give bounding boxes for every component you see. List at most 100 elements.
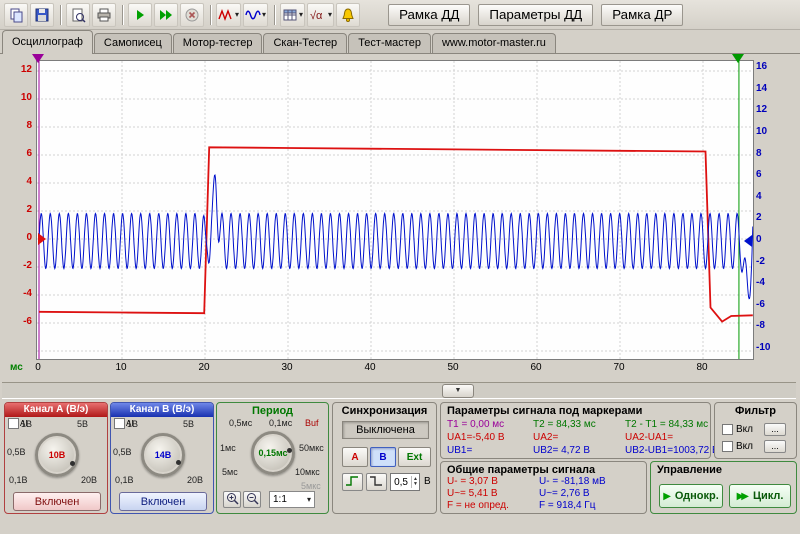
sync-state-button[interactable]: Выключена (342, 421, 429, 439)
general-param-b: F = 918,4 Гц (539, 500, 646, 512)
trigger-rising-edge-button[interactable] (342, 473, 363, 491)
channel-a-signal-button[interactable]: ▾ (216, 3, 241, 27)
right-axis-tick: 16 (756, 61, 786, 73)
marker-params-values: T1 = 0,00 мсT2 = 84,33 мсT2 - T1 = 84,33… (441, 418, 708, 457)
zoom-in-button[interactable] (223, 491, 241, 508)
filter-b-checkbox[interactable] (722, 441, 733, 452)
tab-5[interactable]: Тест-мастер (348, 33, 431, 53)
left-axis-tick: 6 (4, 148, 32, 160)
left-axis-tick: 0 (4, 232, 32, 244)
marker-param-value: UB1= (447, 444, 533, 457)
scale-label: 0,5В (113, 447, 132, 457)
channel-b-enabled-button[interactable]: Включен (119, 492, 207, 511)
tab-4[interactable]: Скан-Тестер (263, 33, 347, 53)
tab-1[interactable]: Осциллограф (2, 30, 93, 54)
preview-button[interactable] (66, 3, 90, 27)
channel-a-panel: Канал А (В/э) AI 1В 5В 0,5В 0,1В 20В 10В… (4, 402, 108, 514)
copy-icon (8, 7, 24, 23)
chevron-down-icon: ▾ (299, 10, 303, 19)
sqrt-icon: √α (309, 7, 327, 23)
left-axis-tick: 2 (4, 204, 32, 216)
scale-label: 5мкс (301, 481, 321, 491)
x-axis-tick: 60 (524, 362, 548, 374)
left-axis-tick: -4 (4, 288, 32, 300)
bell-icon (340, 7, 356, 23)
toolbar-separator (274, 5, 276, 25)
print-button[interactable] (92, 3, 116, 27)
sound-button[interactable] (336, 3, 360, 27)
scrollbar-handle[interactable]: ▼ (442, 384, 474, 398)
general-param-a: U~= 5,41 В (447, 488, 539, 500)
frame-dd-button[interactable]: Рамка ДД (388, 4, 470, 26)
play-icon (132, 7, 148, 23)
scale-label: 0,1В (9, 475, 28, 485)
right-axis-tick: 2 (756, 212, 786, 224)
cycle-run-button[interactable]: ▶▶ Цикл. (729, 484, 791, 508)
right-axis-tick: -2 (756, 256, 786, 268)
waveform-display[interactable] (36, 60, 754, 360)
sine-wave-icon (245, 7, 261, 23)
double-play-icon: ▶▶ (737, 491, 746, 502)
general-params-title: Общие параметры сигнала (447, 464, 595, 476)
rising-edge-icon (345, 475, 360, 490)
toolbar-separator (210, 5, 212, 25)
marker-params-title: Параметры сигнала под маркерами (447, 405, 642, 417)
table-button[interactable]: ▾ (280, 3, 305, 27)
period-knob[interactable]: 0,15мс (251, 431, 295, 475)
zigzag-wave-icon (218, 7, 234, 23)
right-axis-tick: -6 (756, 299, 786, 311)
x-axis-tick: 10 (109, 362, 133, 374)
right-axis-tick: 6 (756, 169, 786, 181)
start-cycle-button[interactable] (154, 3, 178, 27)
x-axis-unit-label: мс (10, 362, 23, 373)
channel-a-gain-value: 10В (38, 436, 76, 474)
period-value: 0,15мс (254, 434, 292, 472)
chevron-down-icon: ▾ (307, 495, 311, 504)
filter-a-checkbox[interactable] (722, 424, 733, 435)
tab-6[interactable]: www.motor-master.ru (432, 33, 556, 53)
marker-t2-handle[interactable] (732, 54, 744, 63)
params-dd-button[interactable]: Параметры ДД (478, 4, 593, 26)
channel-b-signal-button[interactable]: ▾ (243, 3, 268, 27)
spinner-arrows-icon[interactable]: ▲▼ (411, 476, 419, 488)
trigger-falling-edge-button[interactable] (366, 473, 387, 491)
table-icon (282, 7, 298, 23)
filter-a-more-button[interactable]: ... (764, 423, 786, 436)
sync-level-input[interactable]: 0,5 ▲▼ (390, 473, 420, 491)
chevron-down-icon: ▾ (235, 10, 239, 19)
filter-b-more-button[interactable]: ... (764, 440, 786, 453)
stop-button[interactable] (180, 3, 204, 27)
sync-source-ext-button[interactable]: Ext (398, 447, 431, 467)
play-icon: ▶ (663, 491, 671, 502)
sync-panel: Синхронизация Выключена А В Ext 0,5 ▲▼ В (332, 402, 437, 514)
right-axis-tick: -8 (756, 320, 786, 332)
falling-edge-icon (369, 475, 384, 490)
frame-dr-button[interactable]: Рамка ДР (601, 4, 683, 26)
channel-b-gain-value: 14В (144, 436, 182, 474)
checkbox-icon (114, 418, 125, 429)
channel-a-enabled-button[interactable]: Включен (13, 492, 101, 511)
sync-source-b-button[interactable]: В (370, 447, 396, 467)
channel-b-gain-knob[interactable]: 14В (141, 433, 185, 477)
x-axis-tick: 40 (358, 362, 382, 374)
filter-b-label: Вкл (736, 441, 753, 452)
scale-ratio-select[interactable]: 1:1▾ (269, 491, 315, 508)
horizontal-scrollbar[interactable]: ▼ (2, 382, 796, 399)
marker-param-value: T1 = 0,00 мс (447, 418, 533, 431)
channel-a-gain-knob[interactable]: 10В (35, 433, 79, 477)
sync-source-a-button[interactable]: А (342, 447, 368, 467)
scale-label: 1В (127, 419, 138, 429)
tab-3[interactable]: Мотор-тестер (173, 33, 263, 53)
zoom-out-button[interactable] (243, 491, 261, 508)
marker-t1-handle[interactable] (32, 54, 44, 63)
tab-2[interactable]: Самописец (94, 33, 172, 53)
left-axis-tick: 8 (4, 120, 32, 132)
copy-button[interactable] (4, 3, 28, 27)
save-button[interactable] (30, 3, 54, 27)
math-button[interactable]: √α▾ (307, 3, 334, 27)
start-button[interactable] (128, 3, 152, 27)
single-run-button[interactable]: ▶ Однокр. (659, 484, 723, 508)
toolbar: ▾ ▾ ▾ √α▾ Рамка ДД Параметры ДД Рамка ДР (0, 0, 800, 30)
sync-title: Синхронизация (333, 405, 436, 417)
right-axis-tick: 14 (756, 83, 786, 95)
